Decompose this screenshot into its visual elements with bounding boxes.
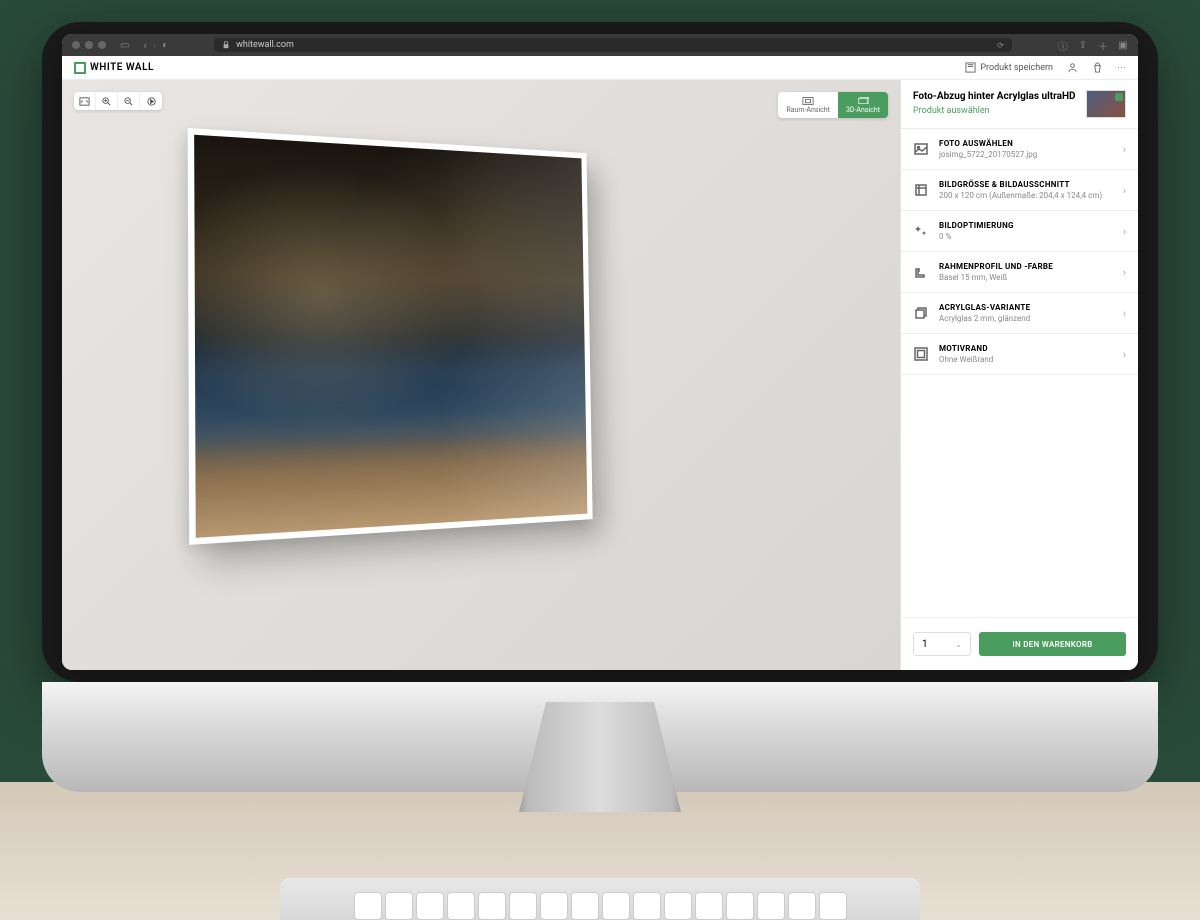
option-row-sparkle[interactable]: BILDOPTIMIERUNG 0 % ›: [901, 211, 1138, 252]
rotate-button[interactable]: [140, 92, 162, 110]
room-icon: [802, 96, 814, 106]
option-label: ACRYLGLAS-VARIANTE: [939, 303, 1113, 312]
chevron-right-icon: ›: [1123, 143, 1126, 156]
option-label: FOTO AUSWÄHLEN: [939, 139, 1113, 148]
logo-mark-icon: [74, 66, 86, 74]
cart-button[interactable]: [1092, 66, 1103, 73]
option-label: BILDGRÖSSE & BILDAUSSCHNITT: [939, 180, 1113, 189]
quantity-select[interactable]: 1 ⌄: [913, 632, 971, 656]
product-header: Foto-Abzug hinter Acrylglas ultraHD Prod…: [901, 80, 1138, 129]
frame-icon: [913, 264, 929, 280]
sparkle-icon: [913, 223, 929, 239]
option-value: 0 %: [939, 232, 1113, 241]
chevron-right-icon: ›: [1123, 266, 1126, 279]
chevron-down-icon: ⌄: [955, 640, 962, 649]
content-area: Raum-Ansicht 3D-Ansicht: [62, 80, 1138, 662]
layers-icon: [913, 305, 929, 321]
save-icon: [965, 66, 976, 73]
account-button[interactable]: [1067, 66, 1078, 73]
app-header: WHITE WALL Produkt speichern: [62, 66, 1138, 80]
image-icon: [913, 141, 929, 157]
option-row-frame[interactable]: RAHMENPROFIL UND -FARBE Basel 15 mm, Weiß…: [901, 252, 1138, 293]
option-row-layers[interactable]: ACRYLGLAS-VARIANTE Acrylglas 2 mm, glänze…: [901, 293, 1138, 334]
product-select-link[interactable]: Produkt auswählen: [913, 106, 1078, 116]
option-label: RAHMENPROFIL UND -FARBE: [939, 262, 1113, 271]
option-value: Ohne Weißrand: [939, 355, 1113, 364]
crop-icon: [913, 182, 929, 198]
monitor-mockup: ▭ ‹ › ◐ whitewall.com ⟳ ⓘ ⇪ ＋: [42, 22, 1158, 782]
monitor-bezel: ▭ ‹ › ◐ whitewall.com ⟳ ⓘ ⇪ ＋: [42, 22, 1158, 682]
option-value: 200 x 120 cm (Außenmaße: 204,4 x 124,4 c…: [939, 191, 1113, 200]
option-value: Acrylglas 2 mm, glänzend: [939, 314, 1113, 323]
quantity-value: 1: [922, 639, 928, 650]
product-thumbnail[interactable]: [1086, 90, 1126, 118]
option-value: josimg_5722_20170527.jpg: [939, 150, 1113, 159]
logo-text: WHITE WALL: [90, 66, 154, 73]
browser-window: ▭ ‹ › ◐ whitewall.com ⟳ ⓘ ⇪ ＋: [62, 66, 1138, 662]
logo[interactable]: WHITE WALL: [74, 66, 154, 74]
border-icon: [913, 346, 929, 362]
save-product-label: Produkt speichern: [980, 66, 1053, 73]
screen: ▭ ‹ › ◐ whitewall.com ⟳ ⓘ ⇪ ＋: [62, 66, 1138, 662]
option-row-image[interactable]: FOTO AUSWÄHLEN josimg_5722_20170527.jpg ›: [901, 129, 1138, 170]
chevron-right-icon: ›: [1123, 184, 1126, 197]
cart-row: 1 ⌄ IN DEN WARENKORB: [901, 617, 1138, 662]
keyboard-mockup: [280, 878, 920, 920]
option-label: MOTIVRAND: [939, 344, 1113, 353]
more-button[interactable]: ⋯: [1117, 66, 1126, 73]
zoom-out-button[interactable]: [118, 92, 140, 110]
viewer-toolbar: [74, 92, 162, 110]
view-mode-toggle: Raum-Ansicht 3D-Ansicht: [778, 92, 888, 118]
3d-view-button[interactable]: 3D-Ansicht: [838, 92, 888, 118]
chevron-right-icon: ›: [1123, 225, 1126, 238]
room-view-button[interactable]: Raum-Ansicht: [778, 92, 838, 118]
option-row-crop[interactable]: BILDGRÖSSE & BILDAUSSCHNITT 200 x 120 cm …: [901, 170, 1138, 211]
user-icon: [1067, 66, 1078, 73]
product-3d-preview[interactable]: [192, 140, 612, 530]
option-row-border[interactable]: MOTIVRAND Ohne Weißrand ›: [901, 334, 1138, 375]
product-frame: [188, 128, 593, 545]
product-image: [194, 135, 587, 538]
product-viewer: Raum-Ansicht 3D-Ansicht: [62, 80, 900, 662]
fit-button[interactable]: [74, 92, 96, 110]
monitor-stand: [480, 702, 720, 902]
3d-view-label: 3D-Ansicht: [846, 107, 880, 114]
chevron-right-icon: ›: [1123, 348, 1126, 361]
option-value: Basel 15 mm, Weiß: [939, 273, 1113, 282]
chevron-right-icon: ›: [1123, 307, 1126, 320]
save-product-button[interactable]: Produkt speichern: [965, 66, 1053, 73]
add-to-cart-button[interactable]: IN DEN WARENKORB: [979, 632, 1126, 656]
zoom-in-button[interactable]: [96, 92, 118, 110]
product-title: Foto-Abzug hinter Acrylglas ultraHD: [913, 90, 1078, 103]
config-sidebar: Foto-Abzug hinter Acrylglas ultraHD Prod…: [900, 80, 1138, 662]
room-view-label: Raum-Ansicht: [786, 107, 830, 114]
3d-icon: [857, 96, 869, 106]
bag-icon: [1092, 66, 1103, 73]
options-list: FOTO AUSWÄHLENjosimg_5722_20170527.jpg›B…: [901, 129, 1138, 617]
option-label: BILDOPTIMIERUNG: [939, 221, 1113, 230]
